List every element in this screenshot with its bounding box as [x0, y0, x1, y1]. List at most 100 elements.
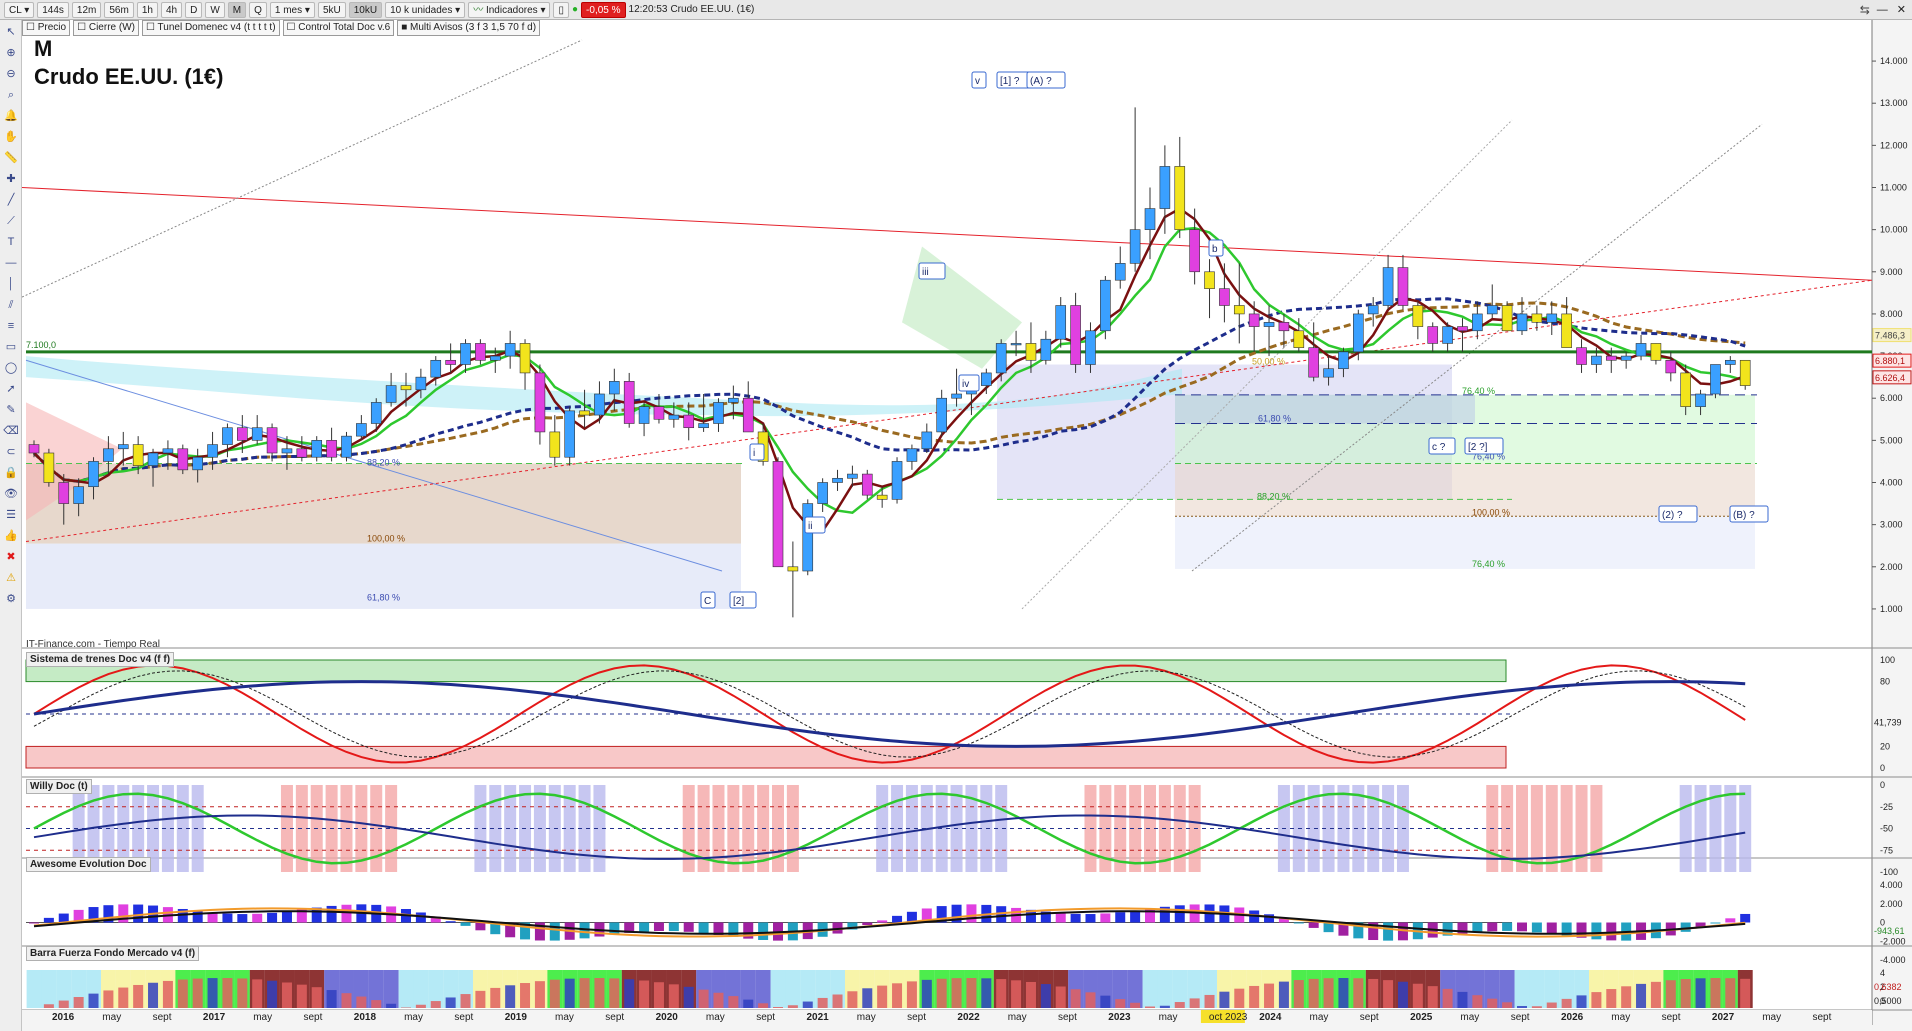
trenes-upper-band — [25, 659, 1507, 683]
candle-body — [1561, 313, 1572, 348]
candle-body — [1680, 372, 1691, 407]
barra-bar — [906, 981, 917, 1008]
tf-56m-button[interactable]: 56m — [104, 1, 134, 18]
indicator-chip-price[interactable]: ☐ Precio — [22, 20, 71, 36]
barra-bar — [341, 993, 352, 1008]
chart-canvas[interactable]: 1.0002.0003.0004.0005.0006.0007.0008.000… — [22, 20, 1912, 1031]
alert-bell-icon[interactable]: 🔔 — [3, 108, 19, 124]
tf-144s-button[interactable]: 144s — [37, 1, 69, 18]
zoom-out-icon[interactable]: ⊖ — [3, 66, 19, 82]
channel-icon[interactable]: ⫽ — [3, 297, 19, 313]
hand-icon[interactable]: ✋ — [3, 129, 19, 145]
barra-bar — [1293, 980, 1304, 1008]
lock-icon[interactable]: 🔒 — [3, 465, 19, 481]
time-axis-label: may — [1310, 1012, 1329, 1023]
barra-bar — [252, 979, 263, 1008]
close-icon[interactable]: ✕ — [1895, 3, 1912, 16]
pencil-icon[interactable]: ✎ — [3, 402, 19, 418]
candle-body — [237, 427, 248, 441]
minimize-icon[interactable]: — — [1873, 4, 1892, 16]
candle-body — [162, 448, 174, 454]
candle-body — [1516, 313, 1528, 332]
symbol-selector[interactable]: CL ▾ — [4, 1, 35, 18]
wave-label: b — [1212, 244, 1218, 255]
candle-body — [415, 376, 427, 391]
barra-tick-label: 4 — [1880, 968, 1885, 978]
panel-title-awesome[interactable]: Awesome Evolution Doc — [26, 857, 151, 872]
barra-bar — [877, 985, 888, 1008]
thumbs-up-icon[interactable]: 👍 — [3, 528, 19, 544]
price-tick-label: 11.000 — [1880, 183, 1907, 193]
price-tick-label: 6.000 — [1880, 393, 1903, 403]
indicator-chip-close[interactable]: ☐ Cierre (W) — [73, 20, 139, 36]
tf-m-button[interactable]: M — [227, 1, 247, 18]
ruler-icon[interactable]: 📏 — [3, 150, 19, 166]
settings-icon[interactable]: ⚙ — [3, 591, 19, 607]
tf-d-button[interactable]: D — [185, 1, 203, 18]
units-10k-button[interactable]: 10kU — [348, 1, 383, 18]
candle-body — [861, 473, 873, 496]
period-selector[interactable]: 1 mes ▾ — [269, 1, 315, 18]
barra-bar — [892, 983, 903, 1008]
eraser-icon[interactable]: ⌫ — [3, 423, 19, 439]
magnet-icon[interactable]: ⊂ — [3, 444, 19, 460]
barra-bar — [653, 982, 664, 1008]
barra-bar — [148, 982, 159, 1008]
arrow-icon[interactable]: ➚ — [3, 381, 19, 397]
delete-icon[interactable]: ✖ — [3, 549, 19, 565]
awesome-bar — [267, 912, 278, 923]
tf-12m-button[interactable]: 12m — [71, 1, 102, 18]
time-axis-label: may — [102, 1012, 121, 1023]
tf-1h-button[interactable]: 1h — [136, 1, 158, 18]
layers-icon[interactable]: ☰ — [3, 507, 19, 523]
awesome-bar — [43, 917, 54, 923]
indicator-chip-tunel[interactable]: ☐ Tunel Domenec v4 (t t t t t) — [141, 20, 280, 36]
barra-bar — [1725, 978, 1736, 1008]
tf-q-button[interactable]: Q — [249, 1, 267, 18]
fibonacci-icon[interactable]: ≡ — [3, 318, 19, 334]
barra-bar — [505, 985, 516, 1008]
warning-icon[interactable]: ⚠ — [3, 570, 19, 586]
eye-icon[interactable]: 👁 — [3, 486, 19, 502]
trend-line-icon[interactable]: ⟋ — [3, 213, 19, 229]
sync-icon[interactable]: ⇆ — [1860, 3, 1870, 17]
magnifier-icon[interactable]: ⌕ — [3, 87, 19, 103]
indicators-button[interactable]: 〰 Indicadores ▾ — [468, 1, 551, 18]
barra-bar — [475, 990, 486, 1008]
candle-body — [638, 406, 650, 424]
barra-bar — [549, 979, 560, 1008]
time-axis-label: 2022 — [957, 1012, 980, 1023]
time-axis-label: 2025 — [1410, 1012, 1433, 1023]
candle-body — [668, 414, 680, 420]
barra-bar — [415, 1004, 426, 1008]
text-tool-icon[interactable]: T — [3, 234, 19, 250]
pause-button[interactable]: ▯ — [553, 1, 569, 18]
line-tool-icon[interactable]: ╱ — [3, 192, 19, 208]
crosshair-icon[interactable]: ✚ — [3, 171, 19, 187]
candle-body — [1070, 305, 1081, 365]
awesome-bar — [1606, 922, 1617, 941]
indicator-chip-avisos[interactable]: ■ Multi Avisos (3 f 3 1,5 70 f d) — [397, 20, 541, 36]
tf-w-button[interactable]: W — [205, 1, 225, 18]
units-5k-button[interactable]: 5kU — [317, 1, 346, 18]
horizontal-line-icon[interactable]: ― — [3, 255, 19, 271]
ellipse-icon[interactable]: ◯ — [3, 360, 19, 376]
barra-background-segment — [398, 970, 414, 1008]
indicator-chip-control[interactable]: ☐ Control Total Doc v.6 — [282, 20, 395, 36]
units-selector[interactable]: 10 k unidades ▾ — [385, 1, 466, 18]
time-axis-label: may — [1460, 1012, 1479, 1023]
barra-bar — [1145, 1006, 1155, 1008]
barra-bar — [832, 994, 843, 1008]
panel-title-trenes[interactable]: Sistema de trenes Doc v4 (f f) — [26, 652, 175, 667]
barra-bar — [668, 984, 679, 1008]
wave-label: (B) ? — [1733, 510, 1755, 521]
cursor-icon[interactable]: ↖ — [3, 24, 19, 40]
vertical-line-icon[interactable]: │ — [3, 276, 19, 292]
barra-bar — [624, 979, 635, 1008]
candle-body — [400, 385, 412, 391]
panel-title-barra[interactable]: Barra Fuerza Fondo Mercado v4 (f) — [26, 946, 200, 961]
tf-4h-button[interactable]: 4h — [160, 1, 183, 18]
zoom-in-icon[interactable]: ⊕ — [3, 45, 19, 61]
rectangle-icon[interactable]: ▭ — [3, 339, 19, 355]
panel-title-willy[interactable]: Willy Doc (t) — [26, 779, 92, 794]
